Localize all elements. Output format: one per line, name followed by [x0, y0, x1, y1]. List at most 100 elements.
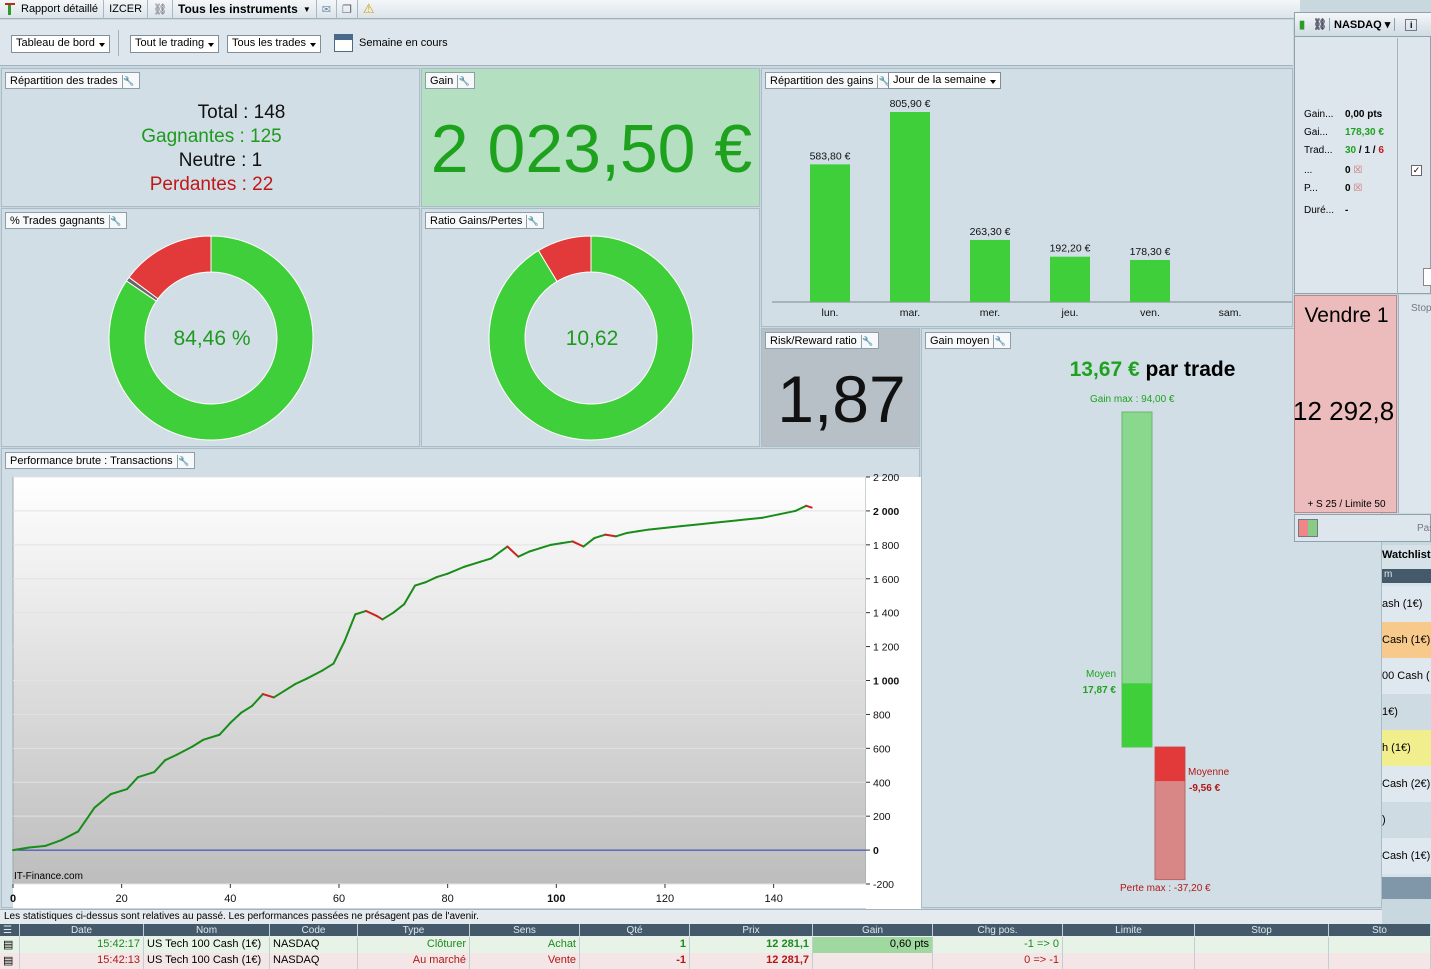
column-header[interactable]: Gain [813, 924, 933, 936]
stat-row: Gain... 0,00 pts [1304, 109, 1397, 125]
x-tick-label: lun. [822, 307, 839, 319]
candlestick-icon: ▮ [1299, 19, 1306, 31]
watchlist-item[interactable]: ) [1382, 802, 1431, 838]
column-header[interactable]: Stop [1195, 924, 1329, 936]
trade-count: 6 [1378, 145, 1384, 156]
stat-value: 30 / 1 / 6 [1345, 145, 1384, 156]
checkbox[interactable]: ✓ [1411, 165, 1422, 176]
cell-sens: Achat [470, 937, 580, 953]
table-row[interactable]: ▤ 15:42:17 US Tech 100 Cash (1€) NASDAQ Clôt… [0, 937, 1431, 953]
wrench-icon[interactable]: 🔧 [121, 74, 135, 88]
cell-limit [1063, 937, 1195, 953]
watchlist-item[interactable]: ash (1€) [1382, 586, 1431, 622]
stop-label[interactable]: Stop [1411, 303, 1431, 314]
column-header[interactable]: Chg pos. [933, 924, 1063, 936]
report-label: Rapport détaillé [21, 3, 99, 15]
x-tick-label: jeu. [1061, 307, 1079, 319]
watchlist-item[interactable]: Cash (2€) [1382, 766, 1431, 802]
gain-panel: Gain 🔧 2 023,50 € [421, 68, 760, 207]
moyenne-value: -9,56 € [1189, 783, 1221, 794]
watchlist-title[interactable]: Watchlist [1382, 549, 1431, 561]
column-header[interactable]: Sto [1329, 924, 1431, 936]
watchlist-item[interactable]: 1€) [1382, 694, 1431, 730]
stat-row: Duré... - [1304, 205, 1397, 221]
bar-jeu [1050, 256, 1090, 302]
cell-type: Au marché [358, 953, 470, 969]
x-tick-label: mar. [900, 307, 920, 319]
column-header[interactable]: Type [358, 924, 470, 936]
cell-qty: -1 [580, 953, 690, 969]
bar-value-label: 178,30 € [1130, 246, 1171, 258]
cross-icon[interactable]: ☒ [1351, 165, 1362, 176]
watchlist-item[interactable]: Cash (1€) [1382, 838, 1431, 874]
report-tab[interactable]: Rapport détaillé [0, 0, 105, 19]
column-header[interactable]: Qté [580, 924, 690, 936]
trades-dropdown[interactable]: Tous les trades [227, 35, 321, 53]
y-tick-label: 800 [873, 709, 891, 721]
column-header[interactable]: Sens [470, 924, 580, 936]
column-header[interactable]: Limite [1063, 924, 1195, 936]
grid-bar: Pas [1294, 514, 1431, 542]
cross-icon[interactable]: ☒ [1351, 183, 1362, 194]
performance-line-chart: 2 2002 0001 8001 6001 4001 2001 00080060… [10, 472, 921, 909]
stat-row: Trad... 30 / 1 / 6 [1304, 145, 1397, 161]
link-icon[interactable]: ⛓ [1313, 18, 1329, 31]
calendar-icon[interactable] [334, 34, 353, 52]
total-count: Total : 148 [197, 102, 286, 123]
moyenne-label: Moyenne [1188, 767, 1230, 778]
trading-dropdown[interactable]: Tout le trading [130, 35, 220, 53]
sell-title: Vendre 1 [1304, 304, 1389, 327]
table-row[interactable]: ▤ 15:42:13 US Tech 100 Cash (1€) NASDAQ Au m… [0, 953, 1431, 969]
cell-sto [1329, 953, 1431, 969]
performance-panel: Performance brute : Transactions 🔧 2 200… [1, 448, 921, 909]
stat-label: Duré... [1304, 205, 1335, 216]
dashboard-dropdown[interactable]: Tableau de bord [11, 35, 110, 53]
moyen-value: 17,87 € [1082, 685, 1116, 696]
copy-icon[interactable]: ❐ [337, 0, 358, 19]
ratio-panel: Ratio Gains/Pertes 🔧 10,62 [421, 208, 760, 447]
row-icon: ▤ [0, 937, 20, 953]
x-tick-label: mer. [980, 307, 1000, 319]
y-tick-label: 600 [873, 743, 891, 755]
watchlist-header: m [1382, 569, 1431, 583]
stat-label: P... [1304, 183, 1318, 194]
losers-count: Perdantes : 22 [149, 174, 274, 195]
sell-button[interactable]: Vendre 1 12 292,8 + S 25 / Limite 50 [1293, 295, 1397, 513]
watchlist-item[interactable]: h (1€) [1382, 730, 1431, 766]
y-tick-label: 200 [873, 811, 891, 823]
x-axis-area [13, 884, 866, 908]
account-tab[interactable]: IZCER [104, 0, 149, 19]
y-tick-label: 400 [873, 777, 891, 789]
wrench-icon[interactable]: 🔧 [457, 74, 470, 88]
column-header[interactable]: Date [20, 924, 144, 936]
moyen-label: Moyen [1085, 669, 1116, 680]
info-icon[interactable]: i [1405, 18, 1418, 31]
field-stub[interactable] [1423, 268, 1431, 286]
cell-gain: 0,60 pts [813, 937, 933, 953]
column-header[interactable]: Code [270, 924, 358, 936]
panel-divider [1397, 38, 1398, 295]
risk-value: 1,87 [777, 362, 906, 436]
repartition-title-box: Répartition des trades 🔧 [5, 72, 140, 89]
warning-icon[interactable]: ⚠ [358, 0, 380, 19]
column-header[interactable]: Prix [690, 924, 813, 936]
grid-icon[interactable] [1298, 519, 1318, 537]
instruments-selector[interactable]: Tous les instruments ▼ [173, 0, 317, 19]
watchlist-items: ash (1€) Cash (1€) 00 Cash (1€) h (1€) Cash … [1382, 586, 1431, 874]
column-header[interactable]: Nom [144, 924, 270, 936]
x-tick-label: 80 [442, 893, 454, 905]
link-icon[interactable]: ⛓ [148, 0, 174, 19]
perte-max-label: Perte max : -37,20 € [1120, 883, 1211, 894]
win-pct-value: 84,46 % [173, 327, 251, 350]
y-tick-label: -200 [873, 879, 894, 891]
bar-value-label: 263,30 € [970, 226, 1011, 238]
instrument-selector[interactable]: NASDAQ ▾ [1329, 18, 1396, 31]
stat-value: - [1345, 205, 1349, 216]
bar-value-label: 583,80 € [810, 150, 851, 162]
watchlist-item[interactable]: 00 Cash ( [1382, 658, 1431, 694]
mail-icon[interactable]: ✉ [317, 0, 337, 19]
wrench-icon[interactable]: 🔧 [860, 334, 874, 348]
y-tick-label: 2 200 [873, 472, 899, 484]
bar-mer [970, 239, 1010, 302]
watchlist-item[interactable]: Cash (1€) [1382, 622, 1431, 658]
